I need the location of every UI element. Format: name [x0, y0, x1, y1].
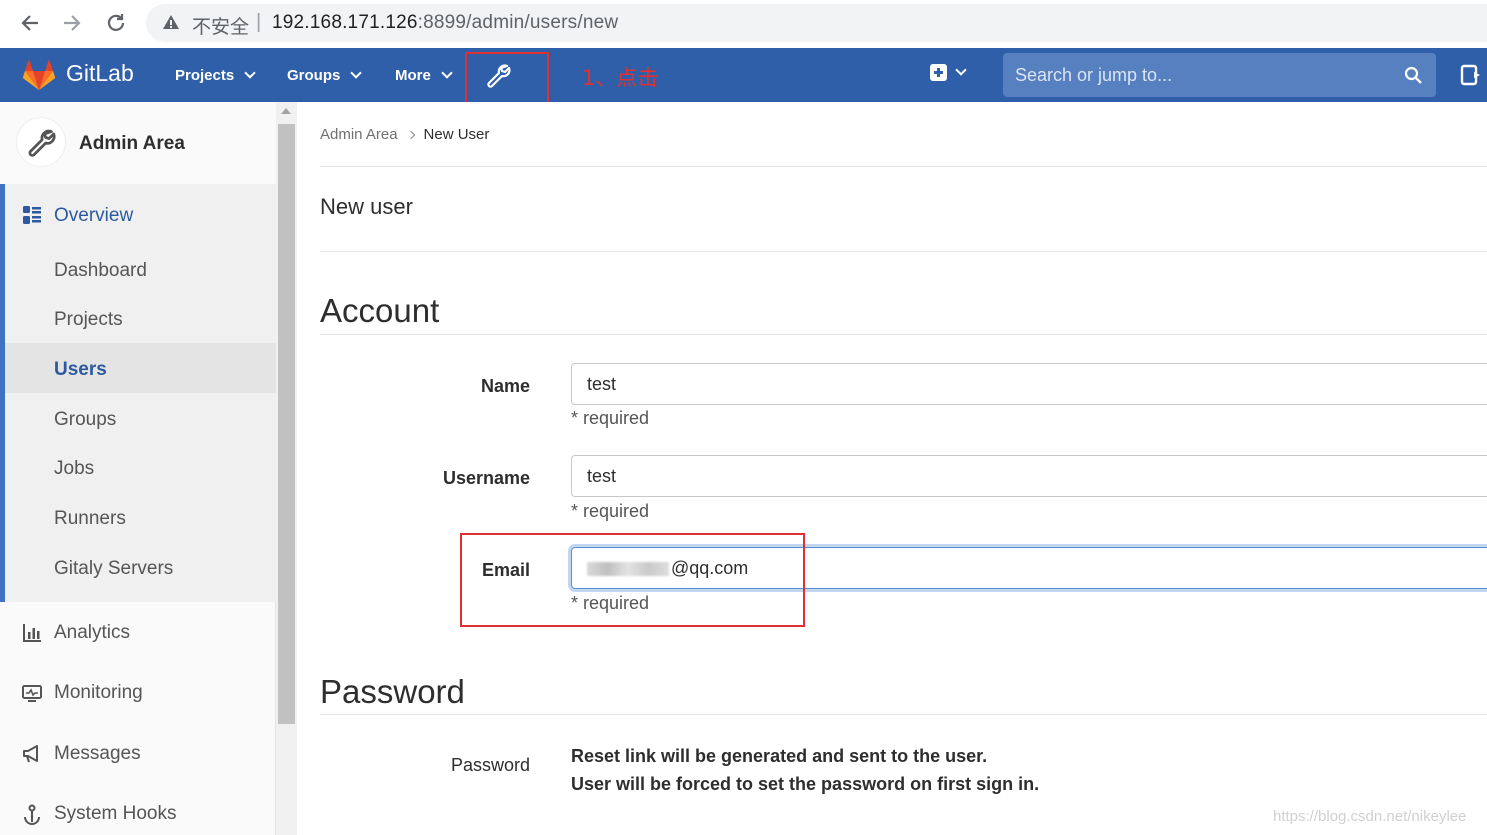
password-force-info: User will be forced to set the password … — [571, 774, 1040, 794]
annotation-box-wrench — [465, 52, 549, 109]
menu-groups[interactable]: Groups — [287, 67, 363, 84]
chevron-right-icon — [406, 130, 415, 139]
search-box — [1003, 53, 1436, 97]
divider — [320, 166, 1487, 167]
search-icon[interactable] — [1404, 66, 1422, 89]
sidebar-title: Admin Area — [79, 133, 185, 154]
back-icon[interactable] — [16, 9, 44, 37]
menu-more[interactable]: More — [395, 67, 453, 84]
annotation-box-email — [460, 533, 805, 627]
breadcrumb-admin-area[interactable]: Admin Area — [320, 126, 398, 143]
analytics-icon — [22, 623, 42, 648]
sidebar-item-gitaly-servers[interactable]: Gitaly Servers — [54, 558, 173, 580]
divider — [320, 714, 1487, 715]
sidebar-item-users-highlight — [5, 343, 276, 393]
monitoring-icon — [22, 684, 42, 709]
password-label: Password — [450, 755, 530, 775]
messages-icon — [22, 744, 42, 769]
warning-icon — [162, 14, 180, 35]
sidebar-item-projects[interactable]: Projects — [54, 309, 123, 331]
breadcrumb-current[interactable]: New User — [424, 126, 490, 143]
gitlab-navbar: GitLab Projects Groups More — [0, 48, 1487, 102]
reload-icon[interactable] — [102, 9, 130, 37]
forward-icon[interactable] — [58, 9, 86, 37]
main-content: Admin Area New User New user Account Nam… — [297, 102, 1487, 835]
chevron-down-icon — [441, 67, 453, 79]
overview-icon — [22, 205, 42, 230]
overview-group: Overview Dashboard Projects Users Groups… — [0, 184, 276, 602]
sidebar-item-jobs[interactable]: Jobs — [54, 458, 94, 480]
chevron-down-icon — [244, 67, 256, 79]
sidebar-item-groups[interactable]: Groups — [54, 409, 116, 431]
address-bar[interactable]: 不安全 | 192.168.171.126:8899/admin/users/n… — [146, 4, 1487, 42]
account-section-title: Account — [320, 292, 440, 329]
scroll-up-arrow-icon[interactable] — [281, 108, 291, 114]
name-label: Name — [480, 376, 530, 396]
username-field[interactable] — [571, 455, 1487, 497]
admin-sidebar: Admin Area Overview Dashboard Projects U… — [0, 102, 276, 835]
admin-wrench-icon — [16, 117, 66, 167]
chevron-down-icon — [955, 64, 967, 76]
app-name[interactable]: GitLab — [66, 60, 134, 87]
password-section-title: Password — [320, 673, 465, 710]
hooks-icon — [22, 804, 42, 831]
menu-projects[interactable]: Projects — [175, 67, 256, 84]
address-separator: | — [256, 11, 262, 33]
sidebar-item-system-hooks[interactable]: System Hooks — [54, 803, 176, 825]
scrollbar-thumb[interactable] — [278, 124, 295, 724]
sidebar-header[interactable]: Admin Area — [0, 102, 276, 184]
username-label: Username — [442, 468, 530, 488]
name-field[interactable] — [571, 363, 1487, 405]
breadcrumb: Admin Area New User — [320, 126, 489, 143]
divider — [320, 251, 1487, 252]
sidebar-item-analytics[interactable]: Analytics — [54, 622, 130, 644]
gitlab-logo-icon[interactable] — [22, 59, 56, 91]
browser-toolbar: 不安全 | 192.168.171.126:8899/admin/users/n… — [0, 0, 1487, 48]
sidebar-item-overview[interactable]: Overview — [54, 205, 133, 227]
divider — [320, 334, 1487, 335]
sidebar-item-users[interactable]: Users — [54, 359, 107, 381]
annotation-text: 1、点击 — [582, 66, 659, 90]
password-reset-info: Reset link will be generated and sent to… — [571, 746, 988, 766]
sidebar-item-messages[interactable]: Messages — [54, 743, 141, 765]
todo-icon[interactable] — [1460, 64, 1482, 91]
plus-icon — [930, 64, 947, 81]
new-item-dropdown[interactable] — [930, 64, 967, 81]
sidebar-item-monitoring[interactable]: Monitoring — [54, 682, 143, 704]
sidebar-item-runners[interactable]: Runners — [54, 508, 126, 530]
sidebar-scrollbar[interactable] — [276, 102, 297, 835]
page-title: New user — [320, 194, 413, 219]
chevron-down-icon — [350, 67, 363, 79]
url-text: 192.168.171.126:8899/admin/users/new — [272, 12, 619, 33]
watermark: https://blog.csdn.net/nikeylee — [1273, 808, 1467, 825]
name-required-hint: * required — [571, 408, 650, 428]
insecure-label: 不安全 — [192, 16, 250, 38]
username-required-hint: * required — [571, 501, 650, 521]
sidebar-item-dashboard[interactable]: Dashboard — [54, 260, 147, 282]
search-input[interactable] — [1003, 53, 1393, 97]
